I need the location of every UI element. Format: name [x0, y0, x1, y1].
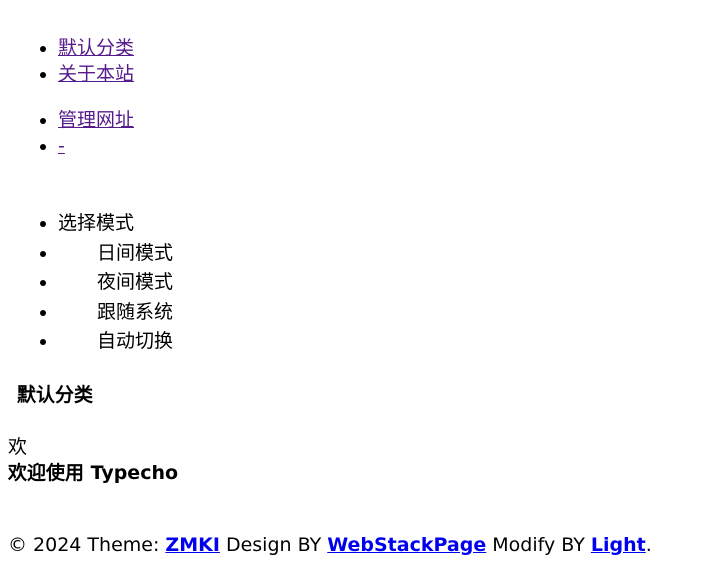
footer-modify-text: Modify BY	[486, 534, 591, 556]
nav-item-default-category: 默认分类	[58, 35, 134, 61]
footer: © 2024 Theme: ZMKI Design BY WebStackPag…	[8, 532, 652, 558]
nav-link-dash[interactable]: -	[58, 135, 65, 157]
footer-design-link[interactable]: WebStackPage	[327, 534, 486, 556]
footer-modify-link[interactable]: Light	[591, 534, 646, 556]
post-thumbnail-char: 欢	[8, 436, 28, 458]
mode-menu-title: 选择模式	[58, 209, 173, 239]
theme-mode-menu: 选择模式 日间模式 夜间模式 跟随系统 自动切换	[0, 209, 173, 357]
footer-theme-link[interactable]: ZMKI	[165, 534, 219, 556]
nav-item-dash: -	[58, 133, 134, 159]
post-title[interactable]: 欢迎使用 Typecho	[8, 460, 178, 486]
mode-option-follow-system[interactable]: 跟随系统	[58, 298, 173, 328]
category-title: 默认分类	[17, 384, 94, 406]
primary-nav: 默认分类 关于本站	[0, 35, 134, 87]
nav-link-about[interactable]: 关于本站	[58, 63, 134, 85]
footer-design-text: Design BY	[219, 534, 328, 556]
footer-end: .	[645, 534, 652, 556]
mode-option-auto-switch[interactable]: 自动切换	[58, 327, 173, 357]
nav-item-about: 关于本站	[58, 61, 134, 87]
footer-copyright: © 2024 Theme:	[8, 534, 166, 556]
mode-option-night[interactable]: 夜间模式	[58, 268, 173, 298]
nav-link-default-category[interactable]: 默认分类	[58, 37, 134, 59]
mode-option-day[interactable]: 日间模式	[58, 239, 173, 269]
nav-link-manage-urls[interactable]: 管理网址	[58, 109, 134, 131]
secondary-nav: 管理网址 -	[0, 107, 134, 159]
nav-item-manage-urls: 管理网址	[58, 107, 134, 133]
